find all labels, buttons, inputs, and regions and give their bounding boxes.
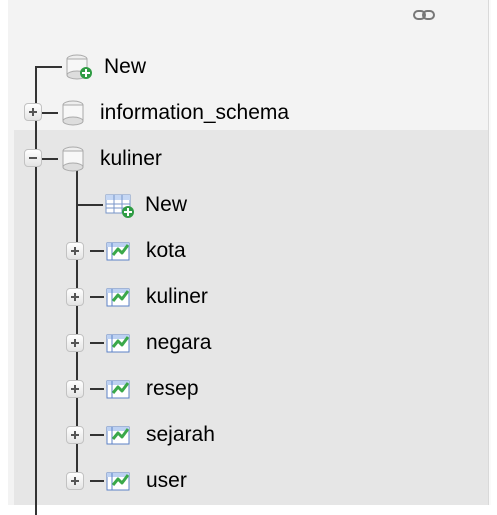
table-icon [104, 237, 138, 265]
expand-information-schema-button[interactable] [24, 103, 42, 121]
tree-item-information-schema[interactable]: information_schema [58, 98, 289, 128]
tree-item-table-negara[interactable]: negara [104, 328, 211, 358]
expand-sejarah-button[interactable] [66, 426, 84, 444]
database-icon [58, 99, 92, 127]
expand-user-button[interactable] [66, 472, 84, 490]
panel-divider[interactable] [488, 0, 491, 505]
new-table-icon [103, 191, 137, 219]
tree-item-table-resep[interactable]: resep [104, 374, 199, 404]
link-chain-icon[interactable] [413, 8, 435, 22]
tree-item-label: sejarah [146, 423, 215, 446]
expand-kota-button[interactable] [66, 242, 84, 260]
navigation-panel: New information_schema kuliner New kota … [0, 0, 497, 515]
expand-resep-button[interactable] [66, 380, 84, 398]
tree-item-label: negara [146, 331, 212, 354]
tree-line-table-kuliner-horizontal [90, 296, 104, 298]
tree-line-table-kota-horizontal [90, 250, 104, 252]
tree-item-table-user[interactable]: user [104, 466, 187, 496]
tree-item-label: kuliner [100, 147, 162, 170]
tree-line-new-horizontal [35, 66, 62, 68]
plus-icon-vertical [74, 247, 76, 255]
tree-item-table-sejarah[interactable]: sejarah [104, 420, 215, 450]
new-database-icon [62, 53, 96, 81]
tree-item-new-database[interactable]: New [62, 52, 146, 82]
plus-icon-vertical [74, 385, 76, 393]
tree-line-root-vertical [35, 66, 37, 515]
table-icon [104, 283, 138, 311]
tree-line-kuliner-horizontal [41, 158, 58, 160]
plus-icon-vertical [74, 431, 76, 439]
tree-item-table-kuliner[interactable]: kuliner [104, 282, 208, 312]
tree-line-information-schema-horizontal [41, 112, 58, 114]
tree-item-label: New [104, 55, 147, 78]
expand-negara-button[interactable] [66, 334, 84, 352]
tree-item-label: resep [146, 377, 199, 400]
table-icon [104, 375, 138, 403]
table-icon [104, 421, 138, 449]
plus-icon-vertical [74, 477, 76, 485]
tree-item-label: user [146, 469, 187, 492]
tree-item-table-kota[interactable]: kota [104, 236, 186, 266]
plus-icon-vertical [74, 293, 76, 301]
collapse-kuliner-button[interactable] [24, 149, 42, 167]
tree-line-table-sejarah-horizontal [90, 434, 104, 436]
minus-icon [29, 157, 37, 159]
database-icon [58, 145, 92, 173]
plus-icon-vertical [74, 339, 76, 347]
tree-item-label: New [145, 193, 188, 216]
table-icon [104, 467, 138, 495]
expand-kuliner-table-button[interactable] [66, 288, 84, 306]
tree-item-label: kota [146, 239, 186, 262]
tree-item-label: kuliner [146, 285, 208, 308]
tree-item-new-table[interactable]: New [103, 190, 187, 220]
table-icon [104, 329, 138, 357]
tree-line-table-new-horizontal [76, 204, 103, 206]
tree-item-kuliner-database[interactable]: kuliner [58, 144, 162, 174]
plus-icon-vertical [32, 108, 34, 116]
tree-line-table-user-horizontal [90, 480, 104, 482]
tree-line-table-resep-horizontal [90, 388, 104, 390]
tree-item-label: information_schema [100, 101, 290, 124]
tree-line-table-negara-horizontal [90, 342, 104, 344]
selected-database-highlight [14, 130, 488, 505]
